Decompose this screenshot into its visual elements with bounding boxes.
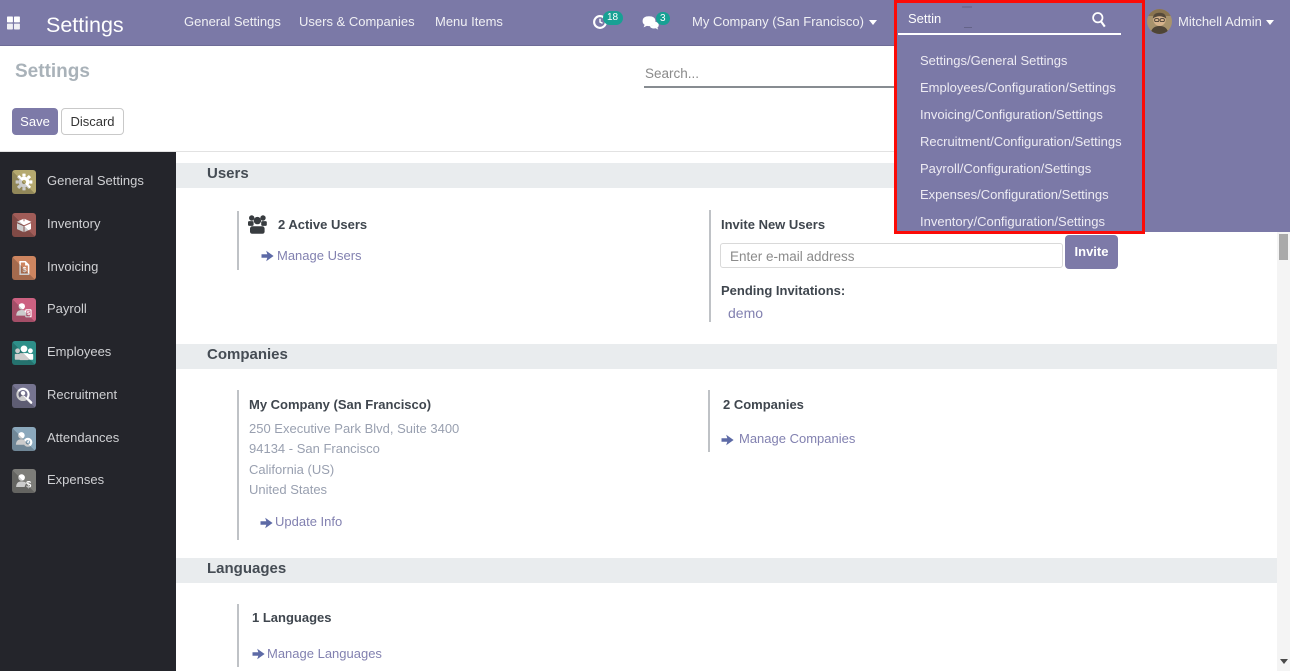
- svg-text:$: $: [27, 311, 30, 317]
- svg-text:$: $: [26, 480, 32, 491]
- svg-text:$: $: [22, 265, 27, 274]
